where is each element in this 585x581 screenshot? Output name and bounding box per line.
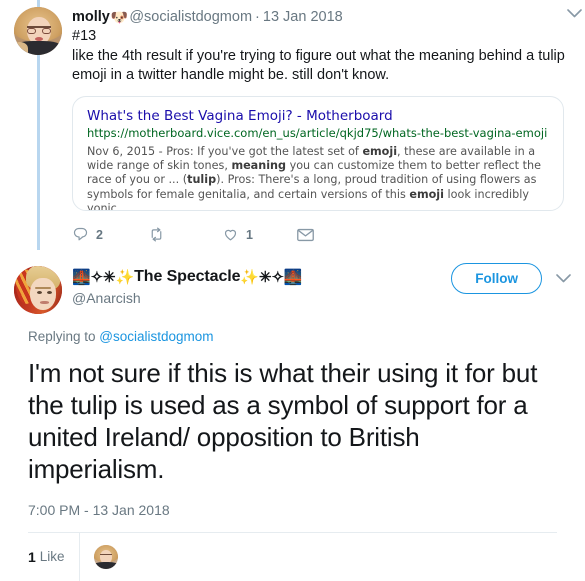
- retweet-icon: [151, 227, 162, 242]
- snippet-part-1: Nov 6, 2015 - Pros: If you've got the la…: [87, 144, 363, 158]
- reply-button[interactable]: 2: [72, 226, 147, 243]
- parent-tweet[interactable]: molly🐶@socialistdogmom · 13 Jan 2018 #13 l…: [0, 0, 585, 249]
- focused-text-line-4: imperialism.: [28, 453, 165, 484]
- like-stat-label: Like: [39, 549, 65, 564]
- likers-list: [80, 544, 118, 569]
- tweet-stats-bar: 1 Like: [28, 531, 557, 581]
- parent-tweet-text: #13 like the 4th result if you're trying…: [72, 27, 571, 86]
- focused-tweet-text: I'm not sure if this is what their using…: [28, 357, 557, 485]
- molly-mini-avatar[interactable]: [93, 544, 118, 569]
- link-card-title[interactable]: What's the Best Vagina Emoji? - Motherbo…: [87, 108, 549, 124]
- focused-handle[interactable]: @Anarcish: [72, 289, 571, 307]
- focused-display-name-text: The Spectacle: [134, 267, 241, 285]
- link-card-url-text: https://motherboard.vice.com/en_us/artic…: [87, 125, 548, 140]
- parent-text-line-2: like the 4th result if you're trying to …: [72, 47, 565, 64]
- parent-date[interactable]: 13 Jan 2018: [263, 9, 343, 25]
- dog-face-icon: 🐶: [110, 9, 129, 25]
- retweet-button[interactable]: [147, 226, 222, 243]
- parent-display-name[interactable]: molly: [72, 9, 110, 25]
- replying-to-prefix: Replying to: [28, 328, 100, 344]
- tweet-detail-page: molly🐶@socialistdogmom · 13 Jan 2018 #13 l…: [0, 0, 585, 581]
- link-preview-card-inner: What's the Best Vagina Emoji? - Motherbo…: [73, 97, 563, 210]
- parent-text-line-1: #13: [72, 28, 97, 44]
- like-stat-count: 1: [28, 548, 36, 565]
- parent-tweet-name-row: molly🐶@socialistdogmom · 13 Jan 2018: [72, 8, 571, 26]
- snippet-bold-3: tulip: [187, 173, 217, 187]
- parent-tweet-action-bar: 2 1: [72, 221, 372, 249]
- focused-tweet-identity: 🌉✧✳✨The Spectacle✨✳✧🌉 @Anarcish: [72, 266, 571, 307]
- parent-text-line-3: emoji in a twitter handle might be. stil…: [72, 67, 390, 83]
- link-card-snippet: Nov 6, 2015 - Pros: If you've got the la…: [87, 144, 549, 210]
- focused-tweet-header: 🌉✧✳✨The Spectacle✨✳✧🌉 @Anarcish: [14, 265, 571, 314]
- link-preview-card[interactable]: What's the Best Vagina Emoji? - Motherbo…: [72, 95, 564, 211]
- focused-tweet: Follow 🌉✧✳✨The Spectacle✨✳✧🌉 @Anarcish R…: [0, 252, 585, 581]
- snippet-bold-2: meaning: [231, 158, 287, 172]
- replying-to: Replying to @socialistdogmom: [28, 328, 571, 346]
- tweet-timestamp[interactable]: 7:00 PM - 13 Jan 2018: [28, 501, 557, 519]
- parent-tweet-header: molly🐶@socialistdogmom · 13 Jan 2018 #13 l…: [14, 7, 571, 86]
- envelope-icon: [297, 228, 314, 241]
- molly-avatar[interactable]: [14, 7, 62, 55]
- reply-count: 2: [96, 227, 103, 242]
- like-stat[interactable]: 1 Like: [28, 532, 80, 581]
- sparkles-icon: ✨✳✧🌉: [240, 268, 303, 286]
- bridge-at-night-icon: 🌉✧✳✨: [72, 268, 135, 286]
- anarcish-avatar[interactable]: [14, 265, 62, 314]
- snippet-bold-1: emoji: [362, 144, 398, 158]
- focused-text-line-1: I'm not sure if this is what their using…: [28, 357, 495, 388]
- heart-icon: [224, 229, 237, 241]
- parent-handle[interactable]: @socialistdogmom: [129, 9, 252, 25]
- focused-display-name[interactable]: 🌉✧✳✨The Spectacle✨✳✧🌉: [72, 267, 571, 288]
- parent-tweet-content: molly🐶@socialistdogmom · 13 Jan 2018 #13 l…: [72, 7, 571, 86]
- reply-icon: [73, 227, 88, 241]
- snippet-bold-4: emoji: [409, 187, 444, 201]
- direct-message-button[interactable]: [297, 228, 372, 242]
- like-count: 1: [246, 227, 253, 242]
- link-card-url[interactable]: https://motherboard.vice.com/en_us/artic…: [87, 126, 549, 143]
- parent-separator: ·: [255, 9, 260, 25]
- like-button[interactable]: 1: [222, 226, 297, 243]
- replying-to-handle-link[interactable]: @socialistdogmom: [99, 329, 213, 344]
